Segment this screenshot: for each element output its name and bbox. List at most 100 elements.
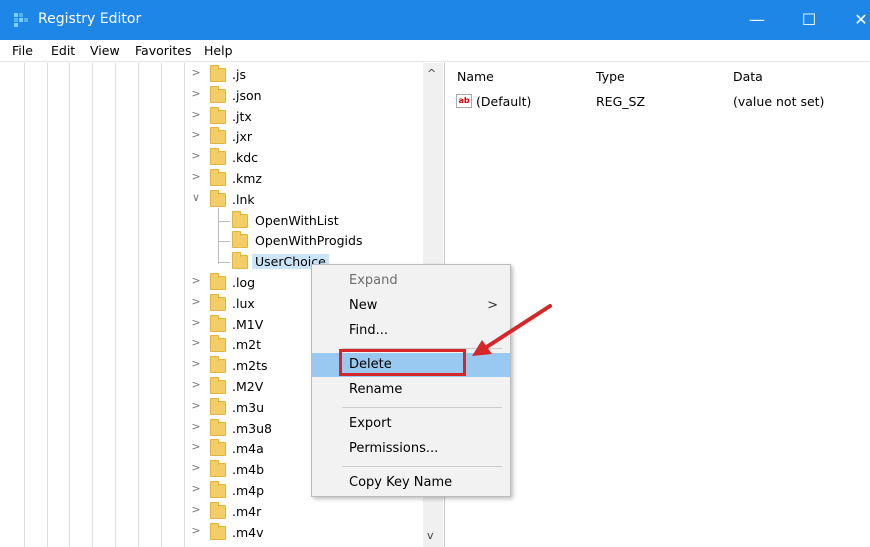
folder-icon	[210, 85, 226, 103]
menu-item-permissions[interactable]: Permissions...	[312, 437, 510, 461]
folder-icon	[210, 106, 226, 124]
folder-icon	[232, 231, 248, 249]
scroll-up-icon[interactable]: ^	[427, 67, 436, 80]
menu-item-expand[interactable]: Expand	[312, 269, 510, 293]
folder-icon	[210, 314, 226, 332]
window-title: Registry Editor	[38, 11, 142, 27]
tree-node[interactable]: > .kdc	[0, 148, 420, 168]
tree-node[interactable]: > .m4v	[0, 522, 420, 543]
expand-chevron-icon[interactable]: >	[190, 274, 202, 287]
tree-node[interactable]: OpenWithList	[0, 210, 420, 231]
tree-node-label: .m4b	[232, 462, 265, 478]
tree-node-label: .M2V	[232, 379, 264, 394]
folder-icon	[210, 439, 226, 457]
column-header-type[interactable]: Type	[596, 69, 625, 84]
folder-icon	[210, 481, 226, 498]
expand-chevron-icon[interactable]: >	[190, 170, 202, 183]
folder-icon	[210, 65, 226, 82]
menu-item-label: Expand	[349, 273, 398, 288]
tree-node[interactable]: > .json	[0, 85, 420, 106]
tree-node[interactable]: > .jxr	[0, 127, 420, 147]
folder-icon	[210, 148, 226, 166]
tree-node-label: .m3u	[232, 399, 265, 415]
folder-icon	[210, 335, 226, 353]
tree-node[interactable]: > .js	[0, 65, 420, 85]
column-header-data[interactable]: Data	[733, 69, 763, 84]
value-type-cell[interactable]: REG_SZ	[596, 94, 645, 109]
tree-node-label: .m4v	[232, 524, 264, 540]
tree-node-label: .m3u8	[232, 420, 272, 436]
tree-node-label: .m4p	[232, 483, 265, 498]
close-button[interactable]: ✕	[838, 0, 870, 40]
tree-node[interactable]: > .kmz	[0, 169, 420, 189]
tree-node-label: .kmz	[232, 171, 262, 186]
menu-edit[interactable]: Edit	[51, 43, 75, 58]
menu-item-copy-key-name[interactable]: Copy Key Name	[312, 471, 510, 495]
expand-chevron-icon[interactable]: >	[190, 66, 202, 79]
expand-chevron-icon[interactable]: >	[190, 128, 202, 141]
value-name-cell[interactable]: (Default)	[476, 94, 531, 109]
expand-chevron-icon[interactable]: >	[190, 503, 202, 516]
tree-connector	[218, 241, 230, 243]
menu-bar: File Edit View Favorites Help	[0, 40, 870, 62]
expand-chevron-icon[interactable]: >	[190, 108, 202, 121]
collapse-chevron-icon[interactable]: ∨	[190, 191, 202, 204]
expand-chevron-icon[interactable]: >	[190, 336, 202, 349]
tree-node-label: .log	[232, 275, 256, 290]
expand-chevron-icon[interactable]: >	[190, 440, 202, 453]
scroll-down-icon[interactable]: v	[427, 529, 434, 542]
folder-icon	[232, 252, 248, 270]
menu-separator	[342, 466, 502, 467]
folder-icon	[210, 169, 226, 186]
folder-icon	[210, 377, 226, 394]
expand-chevron-icon[interactable]: >	[190, 378, 202, 391]
expand-chevron-icon[interactable]: >	[190, 357, 202, 370]
menu-item-label: Permissions...	[349, 441, 439, 456]
tree-node-label: .kdc	[232, 150, 259, 166]
menu-favorites[interactable]: Favorites	[135, 43, 191, 58]
folder-icon	[210, 397, 226, 415]
folder-icon	[232, 210, 248, 228]
value-data-cell[interactable]: (value not set)	[733, 94, 824, 109]
tree-node[interactable]: > .jtx	[0, 106, 420, 127]
expand-chevron-icon[interactable]: >	[190, 482, 202, 495]
tree-node-label: OpenWithList	[255, 212, 339, 228]
tree-node-label: .js	[232, 67, 246, 82]
tree-node-label: .jtx	[232, 108, 252, 124]
column-header-name[interactable]: Name	[457, 69, 494, 84]
tree-node[interactable]: OpenWithProgids	[0, 231, 420, 251]
expand-chevron-icon[interactable]: >	[190, 420, 202, 433]
string-value-icon: ab	[456, 94, 472, 108]
tree-node-label: .lux	[232, 295, 255, 311]
folder-icon	[210, 460, 226, 478]
menu-item-label: Copy Key Name	[349, 475, 453, 490]
menu-file[interactable]: File	[12, 43, 33, 58]
menu-item-rename[interactable]: Rename	[312, 378, 510, 402]
tree-node[interactable]: > .m4r	[0, 501, 420, 522]
tree-node-label: .lnk	[232, 191, 255, 207]
folder-icon	[210, 127, 226, 145]
expand-chevron-icon[interactable]: >	[190, 399, 202, 412]
folder-icon	[210, 522, 226, 540]
expand-chevron-icon[interactable]: >	[190, 316, 202, 329]
registry-editor-window: Registry Editor — ☐ ✕ File Edit View Fav…	[0, 0, 870, 547]
tree-node[interactable]: ∨ .lnk	[0, 189, 420, 210]
expand-chevron-icon[interactable]: >	[190, 87, 202, 100]
menu-help[interactable]: Help	[204, 43, 233, 58]
minimize-button[interactable]: —	[734, 0, 780, 40]
tree-node-label: .m4a	[232, 441, 264, 457]
folder-icon	[210, 293, 226, 311]
folder-icon	[210, 273, 226, 290]
menu-separator	[342, 407, 502, 408]
tree-node-label: OpenWithProgids	[255, 233, 363, 249]
title-bar[interactable]: Registry Editor — ☐ ✕	[0, 0, 870, 40]
expand-chevron-icon[interactable]: >	[190, 149, 202, 162]
menu-item-label: Rename	[349, 382, 403, 397]
menu-item-export[interactable]: Export	[312, 412, 510, 436]
maximize-button[interactable]: ☐	[786, 0, 832, 40]
expand-chevron-icon[interactable]: >	[190, 524, 202, 537]
expand-chevron-icon[interactable]: >	[190, 295, 202, 308]
expand-chevron-icon[interactable]: >	[190, 461, 202, 474]
menu-item-label: Export	[349, 416, 392, 431]
menu-view[interactable]: View	[90, 43, 120, 58]
